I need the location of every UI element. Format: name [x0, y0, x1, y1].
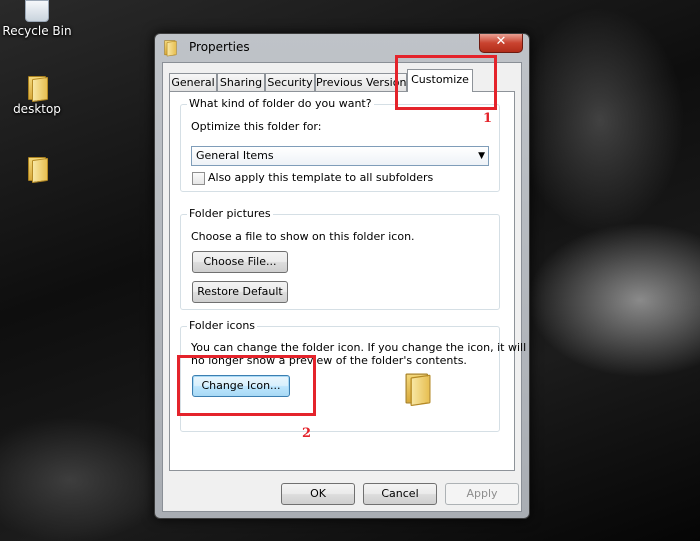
cancel-button[interactable]: Cancel	[363, 483, 437, 505]
properties-dialog: Properties ✕ General Sharing Security Pr…	[154, 33, 530, 519]
folder-icon	[2, 155, 72, 184]
desktop-item-desktop-folder[interactable]: desktop	[2, 74, 72, 116]
change-icon-button[interactable]: Change Icon...	[192, 375, 290, 397]
tab-sharing[interactable]: Sharing	[217, 73, 265, 91]
title-bar[interactable]: Properties ✕	[155, 34, 529, 62]
desktop-item-label: Recycle Bin	[2, 24, 72, 38]
close-icon: ✕	[495, 34, 507, 49]
folder-type-group: What kind of folder do you want? Optimiz…	[180, 97, 500, 192]
chevron-down-icon: ▼	[478, 151, 485, 161]
folder-icons-description-line1: You can change the folder icon. If you c…	[191, 341, 527, 354]
folder-pictures-group: Folder pictures Choose a file to show on…	[180, 207, 500, 310]
group-label: Folder pictures	[187, 207, 273, 220]
window-title: Properties	[189, 40, 250, 54]
tab-general[interactable]: General	[169, 73, 217, 91]
recycle-bin-icon	[2, 0, 72, 22]
folder-icons-group: Folder icons You can change the folder i…	[180, 319, 526, 432]
desktop-item-folder[interactable]	[2, 155, 72, 184]
annotation-number-1: 1	[483, 111, 493, 126]
tab-customize[interactable]: Customize	[407, 69, 473, 92]
dialog-client-area: General Sharing Security Previous Versio…	[162, 62, 526, 512]
folder-pictures-description: Choose a file to show on this folder ico…	[191, 230, 415, 243]
apply-button[interactable]: Apply	[445, 483, 519, 505]
group-label: What kind of folder do you want?	[187, 97, 374, 110]
folder-icon	[2, 74, 72, 103]
choose-file-button[interactable]: Choose File...	[192, 251, 288, 273]
optimize-label: Optimize this folder for:	[191, 120, 322, 133]
desktop-item-recycle-bin[interactable]: Recycle Bin	[2, 0, 72, 38]
tab-previous-versions[interactable]: Previous Versions	[315, 73, 412, 91]
folder-icon	[163, 39, 177, 57]
folder-preview-icon	[403, 371, 431, 407]
ok-button[interactable]: OK	[281, 483, 355, 505]
customize-panel: What kind of folder do you want? Optimiz…	[169, 91, 526, 471]
desktop-item-label: desktop	[13, 102, 61, 116]
tab-security[interactable]: Security	[265, 73, 315, 91]
optimize-dropdown[interactable]: General Items ▼	[191, 146, 489, 166]
close-button[interactable]: ✕	[479, 34, 523, 53]
group-label: Folder icons	[187, 319, 258, 332]
folder-icons-description-line2: no longer show a preview of the folder's…	[191, 354, 467, 367]
apply-subfolders-label[interactable]: Also apply this template to all subfolde…	[208, 171, 433, 184]
apply-subfolders-checkbox[interactable]	[192, 172, 205, 185]
restore-default-button[interactable]: Restore Default	[192, 281, 288, 303]
optimize-selected-value: General Items	[196, 149, 274, 162]
annotation-number-2: 2	[302, 426, 312, 441]
